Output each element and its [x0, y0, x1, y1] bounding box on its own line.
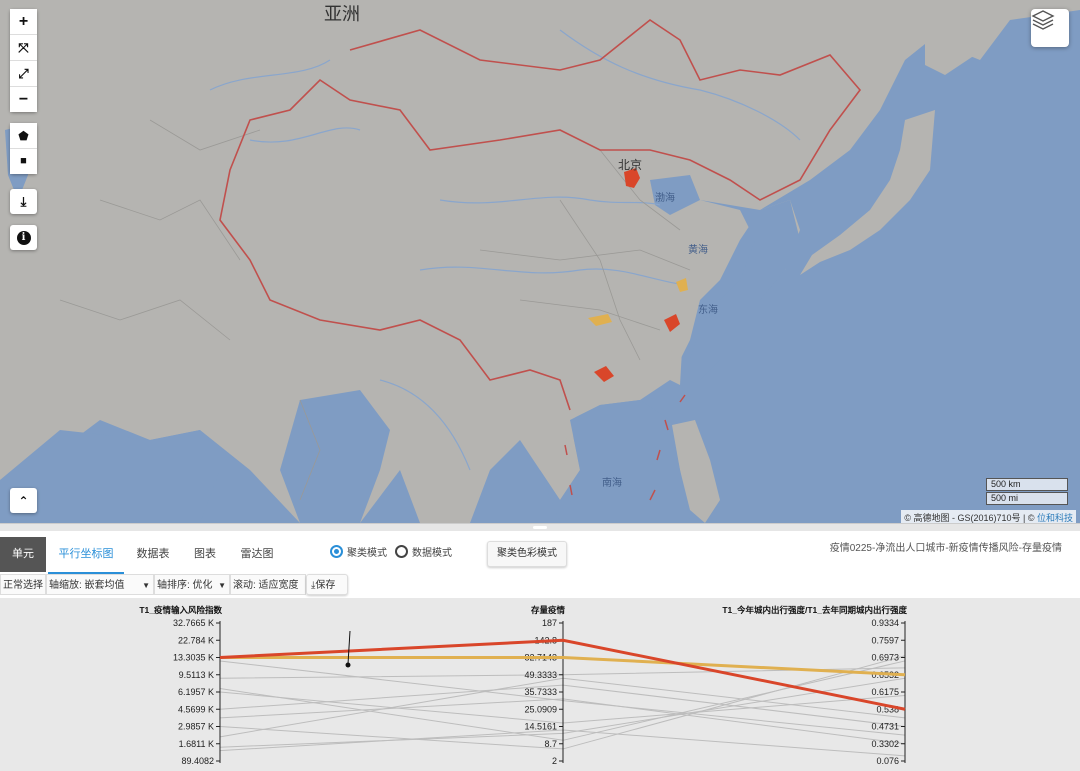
draw-polygon-button[interactable]: ⬟ [10, 123, 37, 149]
axis-tick-label: 4.5699 K [178, 704, 214, 714]
axis-tick-label: 32.7665 K [173, 618, 214, 628]
download-button[interactable]: ⤓ [10, 189, 37, 214]
brush-cursor-dot [345, 662, 351, 668]
axis-sort-label: 轴排序: 优化 [157, 580, 213, 591]
axis-tick-label: 6.1957 K [178, 687, 214, 697]
axis-tick-label: 8.7 [544, 739, 557, 749]
beijing-label: 北京 [618, 158, 643, 172]
axis-tick-label: 22.784 K [178, 635, 214, 645]
axis-tick-label: 0.6973 [871, 653, 899, 663]
parallel-coordinates-chart[interactable]: T1_疫情输入风险指数 32.7665 K 22.784 K 13.3035 K 9.5… [0, 598, 1080, 771]
parallel-coordinates-svg: T1_疫情输入风险指数 32.7665 K 22.784 K 13.3035 K 9.5… [139, 605, 907, 766]
tab-unit[interactable]: 单元 [0, 537, 46, 572]
continent-label: 亚洲 [324, 4, 360, 24]
map-view[interactable]: 亚洲 北京 渤海 黄海 东海 南海 + ⤧ ⤢ − ⬟ ■ ⤓ i ⌃ 500 … [0, 0, 1080, 523]
tab-parallel-coordinates[interactable]: 平行坐标图 [48, 537, 124, 574]
radio-cluster-dot[interactable] [330, 545, 343, 558]
attribution: © 高德地图 - GS(2016)710号 | © 位和科技 [901, 510, 1076, 523]
chevron-down-icon: ▼ [142, 581, 150, 590]
draw-tools: ⬟ ■ [10, 123, 37, 174]
axis-tick-label: 0.3302 [871, 739, 899, 749]
fullscreen-button[interactable]: ⤧ [10, 35, 37, 61]
scale-mi: 500 mi [986, 492, 1068, 505]
axis-tick-label: 2.9857 K [178, 722, 214, 732]
cluster-color-mode-button[interactable]: 聚类色彩模式 [487, 541, 567, 567]
nanhai-label: 南海 [602, 478, 622, 489]
radio-data-mode[interactable]: 数据模式 [395, 544, 452, 559]
radio-data-dot[interactable] [395, 545, 408, 558]
axis-tick-label: 0.6175 [871, 687, 899, 697]
axis-tick-label: 25.0909 [524, 704, 557, 714]
scroll-mode-dropdown[interactable]: 滚动: 适应宽度 [230, 574, 306, 595]
axis-tick-label: 0.076 [876, 756, 899, 766]
bohai-label: 渤海 [655, 193, 675, 204]
axis-tick-label: 13.3035 K [173, 653, 214, 663]
zoom-in-button[interactable]: + [10, 9, 37, 35]
basemap [0, 0, 1080, 523]
axis-tick-label: 35.7333 [524, 687, 557, 697]
axis-tick-label: 0.4731 [871, 722, 899, 732]
layers-icon [1031, 10, 1055, 30]
info-button[interactable]: i [10, 225, 37, 250]
layers-button[interactable] [1031, 9, 1069, 47]
axis-tick-label: 187 [542, 618, 557, 628]
chevron-down-icon: ▼ [218, 581, 226, 590]
axis-tick-label: 89.4082 [181, 756, 214, 766]
huanghai-label: 黄海 [688, 245, 708, 256]
expand-button[interactable]: ⤢ [10, 61, 37, 87]
info-icon: i [16, 230, 31, 245]
axis-tick-label: 0.9334 [871, 618, 899, 628]
attribution-text: © 高德地图 - GS(2016)710号 | © [904, 513, 1035, 523]
save-button[interactable]: ⤓保存 [306, 574, 348, 595]
axis-title[interactable]: T1_今年城内出行强度/T1_去年同期城内出行强度 [722, 605, 907, 615]
radio-cluster-label: 聚类模式 [347, 548, 387, 559]
radio-cluster-mode[interactable]: 聚类模式 [330, 544, 387, 559]
tab-radar[interactable]: 雷达图 [234, 537, 280, 572]
tab-data-table[interactable]: 数据表 [130, 537, 176, 572]
select-mode-dropdown[interactable]: 正常选择 [0, 574, 46, 595]
attribution-link[interactable]: 位和科技 [1037, 513, 1073, 523]
bottom-panel: 单元 平行坐标图 数据表 图表 雷达图 聚类模式 数据模式 聚类色彩模式 疫情0… [0, 531, 1080, 771]
zoom-controls: + ⤧ ⤢ − [10, 9, 37, 112]
axis-tick-label: 9.5113 K [179, 670, 214, 680]
dataset-subtitle: 疫情0225-净流出人口城市-新疫情传播风险-存量疫情 [829, 543, 1062, 554]
axis-tick-label: 14.5161 [524, 722, 557, 732]
draw-rectangle-button[interactable]: ■ [10, 149, 37, 174]
save-label: 保存 [315, 580, 336, 591]
axis-title[interactable]: T1_疫情输入风险指数 [139, 605, 222, 615]
axis-tick-label: 2 [552, 756, 557, 766]
scale-km: 500 km [986, 478, 1068, 491]
zoom-out-button[interactable]: − [10, 87, 37, 112]
splitter-grip[interactable] [533, 526, 547, 529]
tab-chart[interactable]: 图表 [182, 537, 228, 572]
axis-sort-dropdown[interactable]: 轴排序: 优化 ▼ [154, 574, 230, 595]
axis-scale-label: 轴缩放: 嵌套均值 [49, 580, 125, 591]
land-taiwan [670, 345, 682, 385]
brush-cursor-line [347, 630, 351, 665]
collapse-panel-button[interactable]: ⌃ [10, 488, 37, 513]
axis-tick-label: 49.3333 [524, 670, 557, 680]
axis-scale-dropdown[interactable]: 轴缩放: 嵌套均值 ▼ [46, 574, 154, 595]
donghai-label: 东海 [698, 305, 718, 316]
axis-tick-label: 0.7597 [871, 635, 899, 645]
axis-title[interactable]: 存量疫情 [530, 605, 566, 615]
axis-tick-label: 1.6811 K [179, 739, 214, 749]
radio-data-label: 数据模式 [412, 548, 452, 559]
